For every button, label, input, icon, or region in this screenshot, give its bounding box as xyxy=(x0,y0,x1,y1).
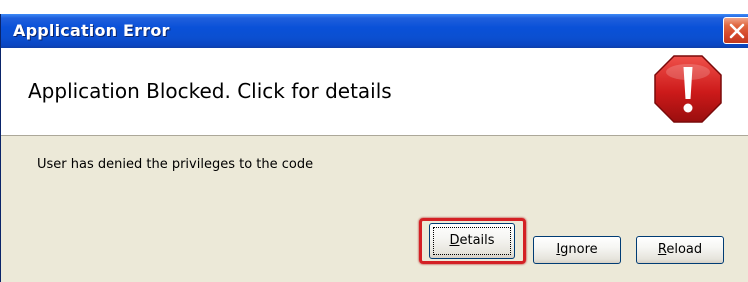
cropped-text-strip xyxy=(0,0,748,4)
reload-label: eload xyxy=(666,242,703,257)
window-title: Application Error xyxy=(13,21,170,40)
header-title[interactable]: Application Blocked. Click for details xyxy=(28,79,392,103)
close-icon xyxy=(729,23,745,39)
header-panel: Application Blocked. Click for details xyxy=(1,48,748,136)
ignore-button[interactable]: Ignore xyxy=(533,236,621,264)
reload-button[interactable]: Reload xyxy=(636,236,724,264)
details-button[interactable]: Details xyxy=(429,223,515,259)
ignore-label: gnore xyxy=(560,242,598,257)
stop-error-icon xyxy=(654,55,722,123)
close-button[interactable] xyxy=(723,17,748,44)
focus-rect xyxy=(433,227,511,255)
error-message: User has denied the privileges to the co… xyxy=(37,157,314,172)
title-bar[interactable]: Application Error xyxy=(1,14,748,48)
